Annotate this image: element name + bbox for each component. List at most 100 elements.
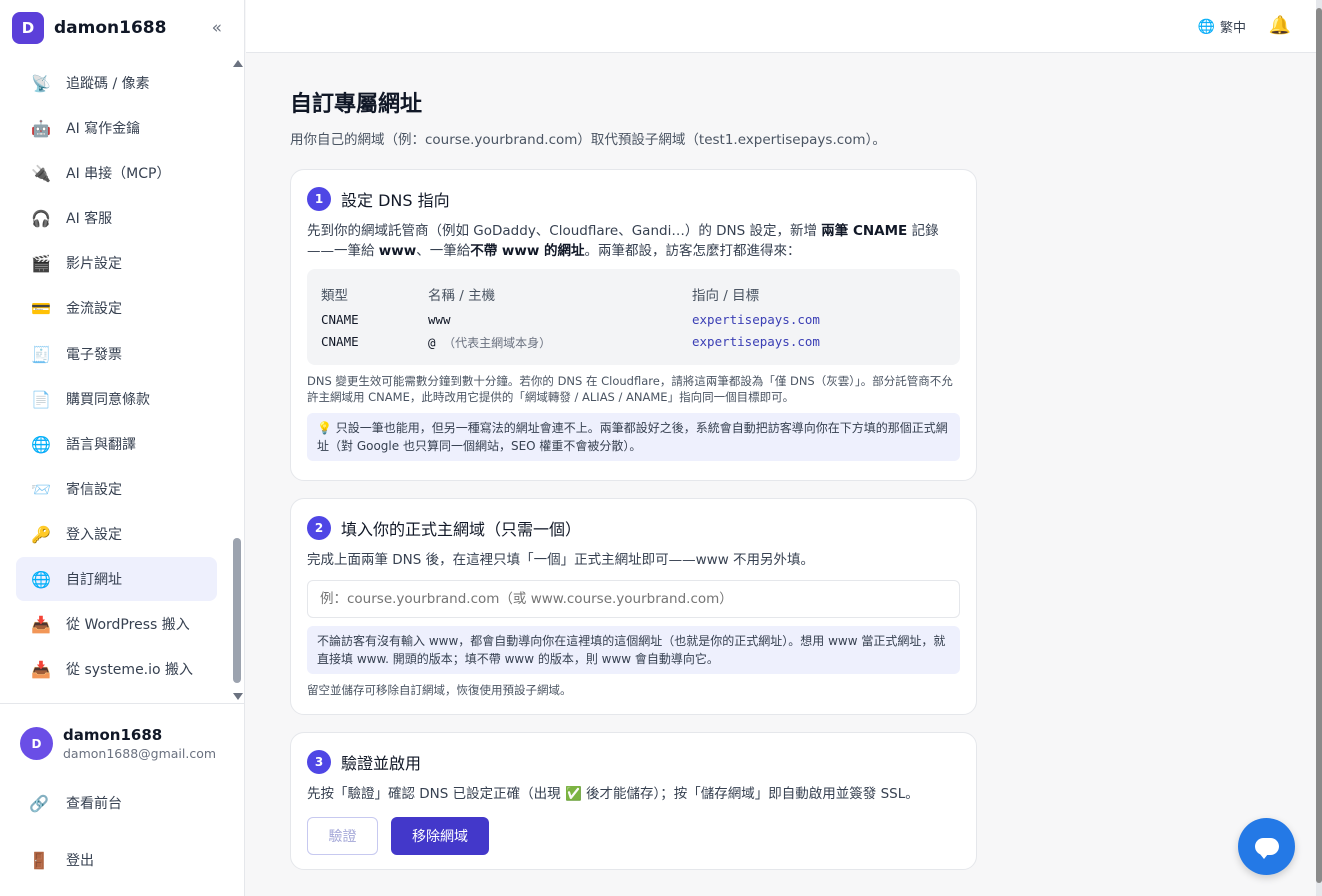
sidebar-item-import-wordpress[interactable]: 📥 從 WordPress 搬入: [16, 602, 217, 646]
document-icon: 📄: [31, 389, 51, 409]
brand-logo: D: [12, 12, 44, 44]
remove-domain-button[interactable]: 移除網域: [391, 817, 489, 855]
view-frontend-label: 查看前台: [66, 796, 122, 812]
step1-card: 1 設定 DNS 指向 先到你的網域託管商（例如 GoDaddy、Cloudfl…: [290, 169, 977, 481]
record-name: www: [428, 312, 451, 327]
step-title: 設定 DNS 指向: [341, 191, 450, 210]
language-label: 繁中: [1219, 21, 1246, 36]
globe-icon: 🌐: [31, 434, 51, 454]
sidebar-item-label: 影片設定: [66, 256, 122, 272]
sidebar-item-video[interactable]: 🎬 影片設定: [16, 241, 217, 285]
receipt-icon: 🧾: [31, 344, 51, 364]
collapse-sidebar-icon[interactable]: «: [212, 18, 222, 38]
sidebar-item-label: 語言與翻譯: [66, 437, 136, 453]
satellite-icon: 📡: [31, 73, 51, 93]
view-frontend-link[interactable]: 🔗 查看前台: [28, 792, 122, 814]
sidebar-item-login[interactable]: 🔑 登入設定: [16, 512, 217, 556]
verify-button[interactable]: 驗證: [307, 817, 378, 855]
sidebar-item-label: AI 串接（MCP）: [66, 166, 171, 182]
sidebar-item-label: 電子發票: [66, 347, 122, 363]
sidebar-header: D damon1688 «: [0, 0, 244, 56]
step2-card: 2 填入你的正式主網域（只需一個） 完成上面兩筆 DNS 後，在這裡只填「一個」…: [290, 498, 977, 715]
sidebar-item-label: AI 寫作金鑰: [66, 121, 141, 137]
record-name: @ （代表主網域本身）: [428, 335, 552, 350]
step-title: 驗證並啟用: [341, 754, 422, 773]
sidebar-item-language[interactable]: 🌐 語言與翻譯: [16, 422, 217, 466]
sidebar-item-payment[interactable]: 💳 金流設定: [16, 286, 217, 330]
logout-link[interactable]: 🚪 登出: [28, 849, 94, 871]
sidebar-item-label: 追蹤碼 / 像素: [66, 76, 150, 92]
scroll-up-arrow-icon[interactable]: [233, 60, 243, 67]
record-target: expertisepays.com: [692, 334, 820, 349]
step-number-badge: 3: [307, 750, 331, 774]
robot-icon: 🤖: [31, 118, 51, 138]
column-header-target: 指向 / 目標: [692, 288, 760, 304]
sidebar: D damon1688 « 📡 追蹤碼 / 像素 🤖 AI 寫作金鑰 🔌 AI …: [0, 0, 245, 896]
clapper-icon: 🎬: [31, 253, 51, 273]
page-scrollbar-thumb[interactable]: [1316, 8, 1322, 883]
import-icon: 📥: [31, 614, 51, 634]
page-subtitle: 用你自己的網域（例：course.yourbrand.com）取代預設子網域（t…: [290, 132, 886, 148]
door-icon: 🚪: [29, 850, 49, 870]
chat-bubble-icon: [1254, 838, 1279, 859]
user-profile[interactable]: D damon1688 damon1688@gmail.com: [20, 726, 216, 761]
language-switcher[interactable]: 🌐 繁中: [1197, 17, 1246, 37]
step3-description: 先按「驗證」確認 DNS 已設定正確（出現 ✅ 後才能儲存）；按「儲存網域」即自…: [307, 786, 919, 802]
step-title: 填入你的正式主網域（只需一個）: [341, 520, 582, 539]
dns-tip: 💡 只設一筆也能用，但另一種寫法的網址會連不上。兩筆都設好之後，系統會自動把訪客…: [307, 413, 960, 461]
link-icon: 🔗: [29, 793, 49, 813]
record-target: expertisepays.com: [692, 312, 820, 327]
chat-button[interactable]: [1238, 818, 1295, 875]
step-number-badge: 1: [307, 187, 331, 211]
sidebar-item-ai-keys[interactable]: 🤖 AI 寫作金鑰: [16, 106, 217, 150]
dns-note: DNS 變更生效可能需數分鐘到數十分鐘。若你的 DNS 在 Cloudflare…: [307, 374, 953, 404]
user-name: damon1688: [63, 726, 163, 744]
sidebar-item-tracking[interactable]: 📡 追蹤碼 / 像素: [16, 61, 217, 105]
record-name-note: （代表主網域本身）: [443, 336, 552, 350]
dns-records-table: 類型 名稱 / 主機 指向 / 目標 CNAME www expertisepa…: [307, 269, 960, 365]
step-number-badge: 2: [307, 516, 331, 540]
sidebar-item-label: 金流設定: [66, 301, 122, 317]
sidebar-item-label: 從 WordPress 搬入: [66, 617, 190, 633]
plug-icon: 🔌: [31, 163, 51, 183]
step3-card: 3 驗證並啟用 先按「驗證」確認 DNS 已設定正確（出現 ✅ 後才能儲存）；按…: [290, 732, 977, 870]
headphones-icon: 🎧: [31, 208, 51, 228]
sidebar-item-invoice[interactable]: 🧾 電子發票: [16, 332, 217, 376]
page-scrollbar[interactable]: [1316, 0, 1322, 896]
redirect-tip: 不論訪客有沒有輸入 www，都會自動導向你在這裡填的這個網址（也就是你的正式網址…: [307, 626, 960, 674]
sidebar-item-label: 購買同意條款: [66, 392, 150, 408]
sidebar-item-label: 自訂網址: [66, 572, 122, 588]
column-header-type: 類型: [321, 288, 348, 304]
import-icon: 📥: [31, 659, 51, 679]
column-header-name: 名稱 / 主機: [428, 288, 496, 304]
sidebar-scrollbar[interactable]: [231, 58, 243, 702]
page-title: 自訂專屬網址: [290, 92, 423, 117]
sidebar-item-mcp[interactable]: 🔌 AI 串接（MCP）: [16, 151, 217, 195]
scrollbar-thumb[interactable]: [233, 538, 241, 683]
top-bar: 🌐 繁中 🔔: [246, 0, 1316, 53]
sidebar-item-email[interactable]: 📨 寄信設定: [16, 467, 217, 511]
remove-note: 留空並儲存可移除自訂網域，恢復使用預設子網域。: [307, 683, 572, 697]
check-icon: ✅: [564, 786, 582, 802]
sidebar-item-label: 從 systeme.io 搬入: [66, 662, 194, 678]
record-type: CNAME: [321, 334, 359, 349]
domain-input[interactable]: [307, 580, 960, 618]
step2-description: 完成上面兩筆 DNS 後，在這裡只填「一個」正式主網址即可——www 不用另外填…: [307, 552, 815, 568]
user-email: damon1688@gmail.com: [63, 746, 217, 761]
page-header: 自訂專屬網址 用你自己的網域（例：course.yourbrand.com）取代…: [290, 86, 980, 148]
sidebar-item-custom-domain[interactable]: 🌐 自訂網址: [16, 557, 217, 601]
scroll-down-arrow-icon[interactable]: [233, 693, 243, 700]
envelope-icon: 📨: [31, 479, 51, 499]
sidebar-item-label: 寄信設定: [66, 482, 122, 498]
record-type: CNAME: [321, 312, 359, 327]
sidebar-nav: 📡 追蹤碼 / 像素 🤖 AI 寫作金鑰 🔌 AI 串接（MCP） 🎧 AI 客…: [0, 61, 230, 701]
sidebar-item-ai-support[interactable]: 🎧 AI 客服: [16, 196, 217, 240]
sidebar-item-terms[interactable]: 📄 購買同意條款: [16, 377, 217, 421]
sidebar-item-import-systeme[interactable]: 📥 從 systeme.io 搬入: [16, 647, 217, 691]
sidebar-item-label: AI 客服: [66, 211, 113, 227]
step1-description: 先到你的網域託管商（例如 GoDaddy、Cloudflare、Gandi…）的…: [307, 223, 939, 259]
bell-icon[interactable]: 🔔: [1269, 15, 1291, 36]
globe-icon: 🌐: [1197, 18, 1215, 35]
brand-name: damon1688: [54, 18, 167, 38]
sidebar-item-label: 登入設定: [66, 527, 122, 543]
